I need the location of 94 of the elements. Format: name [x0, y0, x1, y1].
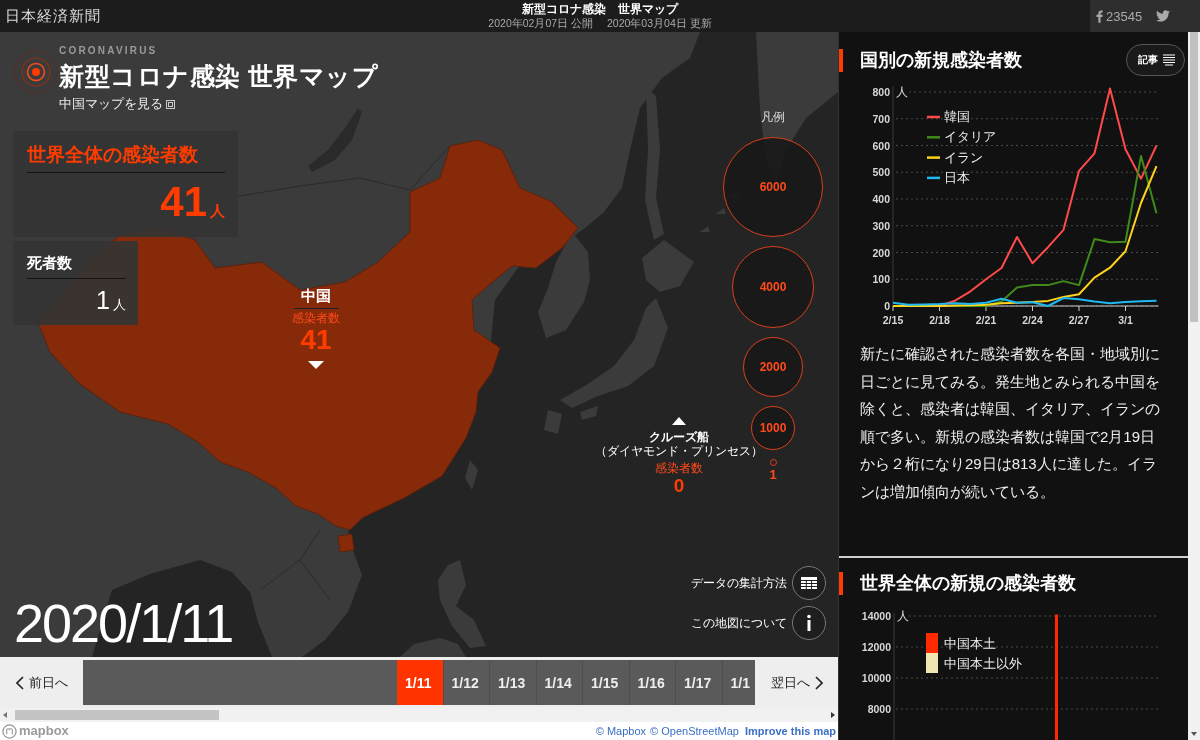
- place-label: 中国: [301, 287, 331, 305]
- logo-text: mapbox: [19, 723, 69, 739]
- accent-bar: [839, 48, 843, 72]
- legend-label: 中国本土以外: [944, 656, 1022, 671]
- date-tab[interactable]: 1/11: [397, 660, 444, 705]
- article-button[interactable]: 記事: [1126, 44, 1185, 76]
- case-caption: 感染者数: [655, 461, 703, 476]
- axis-label: 2/15: [882, 314, 904, 326]
- scrollbar-thumb[interactable]: [15, 710, 219, 720]
- current-date: 2020/1/11: [14, 596, 233, 650]
- stat-unit: 人: [210, 202, 225, 221]
- date-tab[interactable]: 1/15: [583, 660, 630, 705]
- date-tab[interactable]: 1/14: [536, 660, 583, 705]
- map-title: 新型コロナ感染 世界マップ: [59, 61, 379, 92]
- date-text: 2020年02月07日 公開: [488, 17, 593, 30]
- unit-label: 人: [897, 609, 909, 623]
- date-tab[interactable]: 1/17: [676, 660, 723, 705]
- credit-link[interactable]: © OpenStreetMap: [650, 724, 739, 738]
- axis-label: 2/21: [975, 314, 997, 326]
- horizontal-scrollbar[interactable]: [0, 708, 838, 722]
- facebook-icon[interactable]: [1096, 9, 1103, 23]
- axis-label: 3/1: [1118, 314, 1133, 326]
- lines-icon: [1163, 54, 1175, 66]
- china-map-link[interactable]: 中国マップを見る: [59, 96, 175, 112]
- case-count: 0: [673, 476, 685, 496]
- description-text: 新たに確認された感染者数を各国・地域別に日ごとに見てみる。発生地とみられる中国を除くと、感染者は韓国、イタリア、イランの順で多い。新規の感染者数は韓国で2月19日から２桁になり29日は813人に達した。イランは増加傾向が続いている。: [860, 344, 1161, 502]
- table-icon: [792, 566, 826, 600]
- island-shape: [465, 460, 478, 490]
- date-tab[interactable]: 1/16: [629, 660, 676, 705]
- about-map-button[interactable]: この地図について: [691, 606, 826, 640]
- chevron-left-icon: [15, 675, 24, 690]
- stat-label: 死者数: [27, 254, 72, 272]
- place-label: クルーズ船: [649, 430, 709, 444]
- axis-label: 2/18: [929, 314, 950, 326]
- legend-label: イラン: [944, 149, 983, 165]
- stat-value: 41: [160, 179, 207, 225]
- axis-label: 8000: [867, 703, 891, 715]
- stat-label: 世界全体の感染者数: [27, 143, 198, 167]
- info-icon: [792, 606, 826, 640]
- chevron-right-icon: [814, 675, 823, 690]
- scroll-right-icon[interactable]: [831, 712, 835, 718]
- accent-bar: [839, 571, 843, 595]
- section-title: 世界全体の新規の感染者数: [860, 572, 1076, 595]
- twitter-icon[interactable]: [1156, 10, 1171, 22]
- legend-bubble: 6000: [723, 137, 823, 237]
- scroll-down-icon[interactable]: [1191, 732, 1197, 736]
- down-triangle-icon: [308, 361, 324, 369]
- page-title: 新型コロナ感染 世界マップ: [522, 2, 678, 17]
- axis-label: 600: [872, 139, 890, 152]
- legend-bubble: 4000: [732, 246, 814, 328]
- axis-label: 700: [872, 112, 890, 125]
- credit-link[interactable]: © Mapbox: [595, 724, 647, 738]
- axis-label: 500: [872, 166, 890, 179]
- axis-label: 800: [872, 86, 890, 98]
- legend-label: イタリア: [944, 129, 996, 145]
- legend-bubble: 2000: [743, 337, 803, 397]
- case-count: 41: [300, 326, 332, 354]
- axis-label: 0: [884, 300, 890, 312]
- axis-label: 100: [872, 273, 890, 286]
- target-icon: [14, 50, 58, 94]
- vertical-scrollbar[interactable]: [1188, 32, 1200, 740]
- scrollbar-thumb[interactable]: [1190, 32, 1198, 322]
- legend-label: 中国本土: [944, 636, 996, 651]
- kicker-text: CORONAVIRUS: [59, 44, 158, 58]
- stat-value: 1: [96, 285, 110, 315]
- legend-title: 凡例: [761, 110, 785, 124]
- section-title: 国別の新規感染者数: [860, 49, 1022, 72]
- share-count: 23545: [1106, 8, 1143, 24]
- legend-label: 日本: [944, 169, 970, 185]
- island-shape: [716, 208, 726, 214]
- case-caption: 感染者数: [292, 311, 340, 326]
- improve-map-link[interactable]: Improve this map: [744, 724, 836, 738]
- axis-label: 2/27: [1068, 314, 1090, 326]
- site-logo[interactable]: 日本経済新聞: [0, 6, 101, 26]
- legend-label: 韓国: [944, 109, 970, 124]
- date-tab[interactable]: 1/12: [443, 660, 490, 705]
- legend-dot-icon: [769, 459, 777, 466]
- legend-label: 1: [769, 468, 777, 482]
- axis-label: 12000: [861, 641, 891, 653]
- axis-label: 200: [872, 246, 890, 259]
- axis-label: 14000: [861, 610, 891, 622]
- up-triangle-icon: [672, 417, 686, 425]
- external-link-icon: [166, 99, 175, 109]
- axis-label: 2/24: [1022, 314, 1043, 326]
- date-tab[interactable]: 1/13: [490, 660, 537, 705]
- axis-label: 300: [872, 219, 890, 232]
- unit-label: 人: [896, 85, 908, 99]
- data-method-button[interactable]: データの集計方法: [691, 566, 826, 600]
- date-tab[interactable]: 1/1: [722, 660, 755, 705]
- axis-label: 400: [872, 193, 890, 205]
- axis-label: 10000: [861, 672, 891, 684]
- stat-unit: 人: [113, 296, 126, 314]
- scroll-left-icon[interactable]: [3, 712, 7, 718]
- date-text: 2020年03月04日 更新: [607, 17, 712, 30]
